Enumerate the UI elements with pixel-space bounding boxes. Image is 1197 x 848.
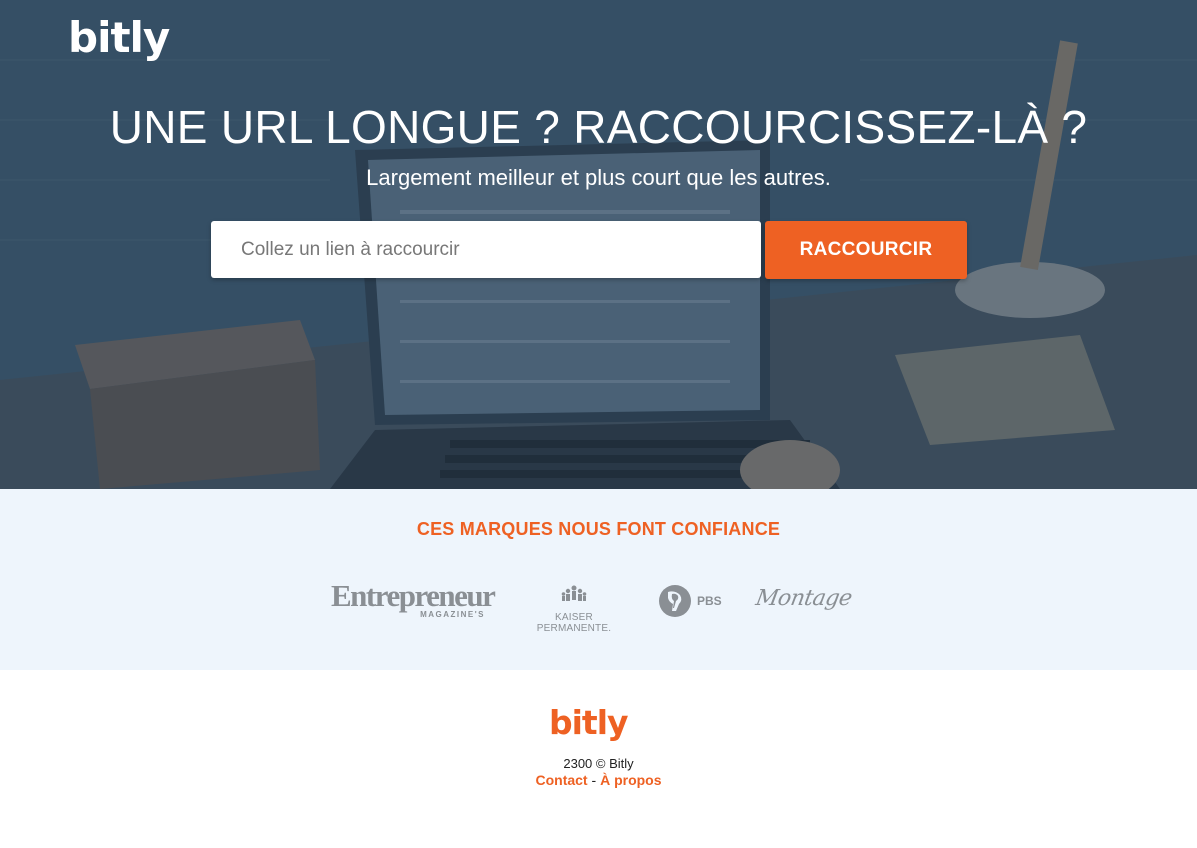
footer-links: Contact - À propos [0, 772, 1197, 788]
montage-logo: Montage [753, 586, 854, 611]
footer-bitly-logo[interactable]: bitly [549, 703, 629, 751]
pbs-head-icon [659, 585, 691, 617]
trusted-brands-section: CES MARQUES NOUS FONT CONFIANCE Entrepre… [0, 489, 1197, 670]
entrepreneur-logo: Entrepreneur MAGAZINE'S [331, 578, 496, 619]
hero-section: bitly UNE URL LONGUE ? RACCOURCISSEZ-LÀ … [0, 0, 1197, 489]
svg-text:bitly: bitly [68, 14, 170, 62]
svg-text:bitly: bitly [549, 704, 628, 742]
url-input[interactable] [211, 221, 761, 278]
pbs-logo-text: PBS [697, 594, 722, 608]
footer-bitly-logo-icon: bitly [549, 703, 629, 742]
brands-title: CES MARQUES NOUS FONT CONFIANCE [416, 519, 781, 539]
footer-copyright: 2300 © Bitly [563, 756, 634, 771]
bitly-logo[interactable]: bitly [68, 13, 171, 75]
entrepreneur-logo-text: Entrepreneur [331, 578, 496, 613]
hero-title: UNE URL LONGUE ? RACCOURCISSEZ-LÀ ? [109, 101, 1088, 153]
kaiser-permanente-logo: KAISER PERMANENTE. [519, 585, 629, 634]
bitly-logo-icon: bitly [68, 13, 171, 62]
kaiser-people-icon [561, 585, 587, 601]
montage-logo-text: Montage [753, 586, 854, 611]
footer-link-separator: - [591, 772, 601, 788]
shorten-form: RACCOURCIR [211, 221, 967, 279]
kaiser-logo-text: KAISER PERMANENTE. [536, 612, 612, 634]
hero-subtitle: Largement meilleur et plus court que les… [366, 165, 831, 190]
about-link[interactable]: À propos [600, 772, 661, 788]
shorten-button[interactable]: RACCOURCIR [765, 221, 967, 279]
contact-link[interactable]: Contact [535, 772, 587, 788]
pbs-logo: PBS [658, 584, 728, 618]
footer: bitly 2300 © Bitly Contact - À propos [0, 670, 1197, 848]
